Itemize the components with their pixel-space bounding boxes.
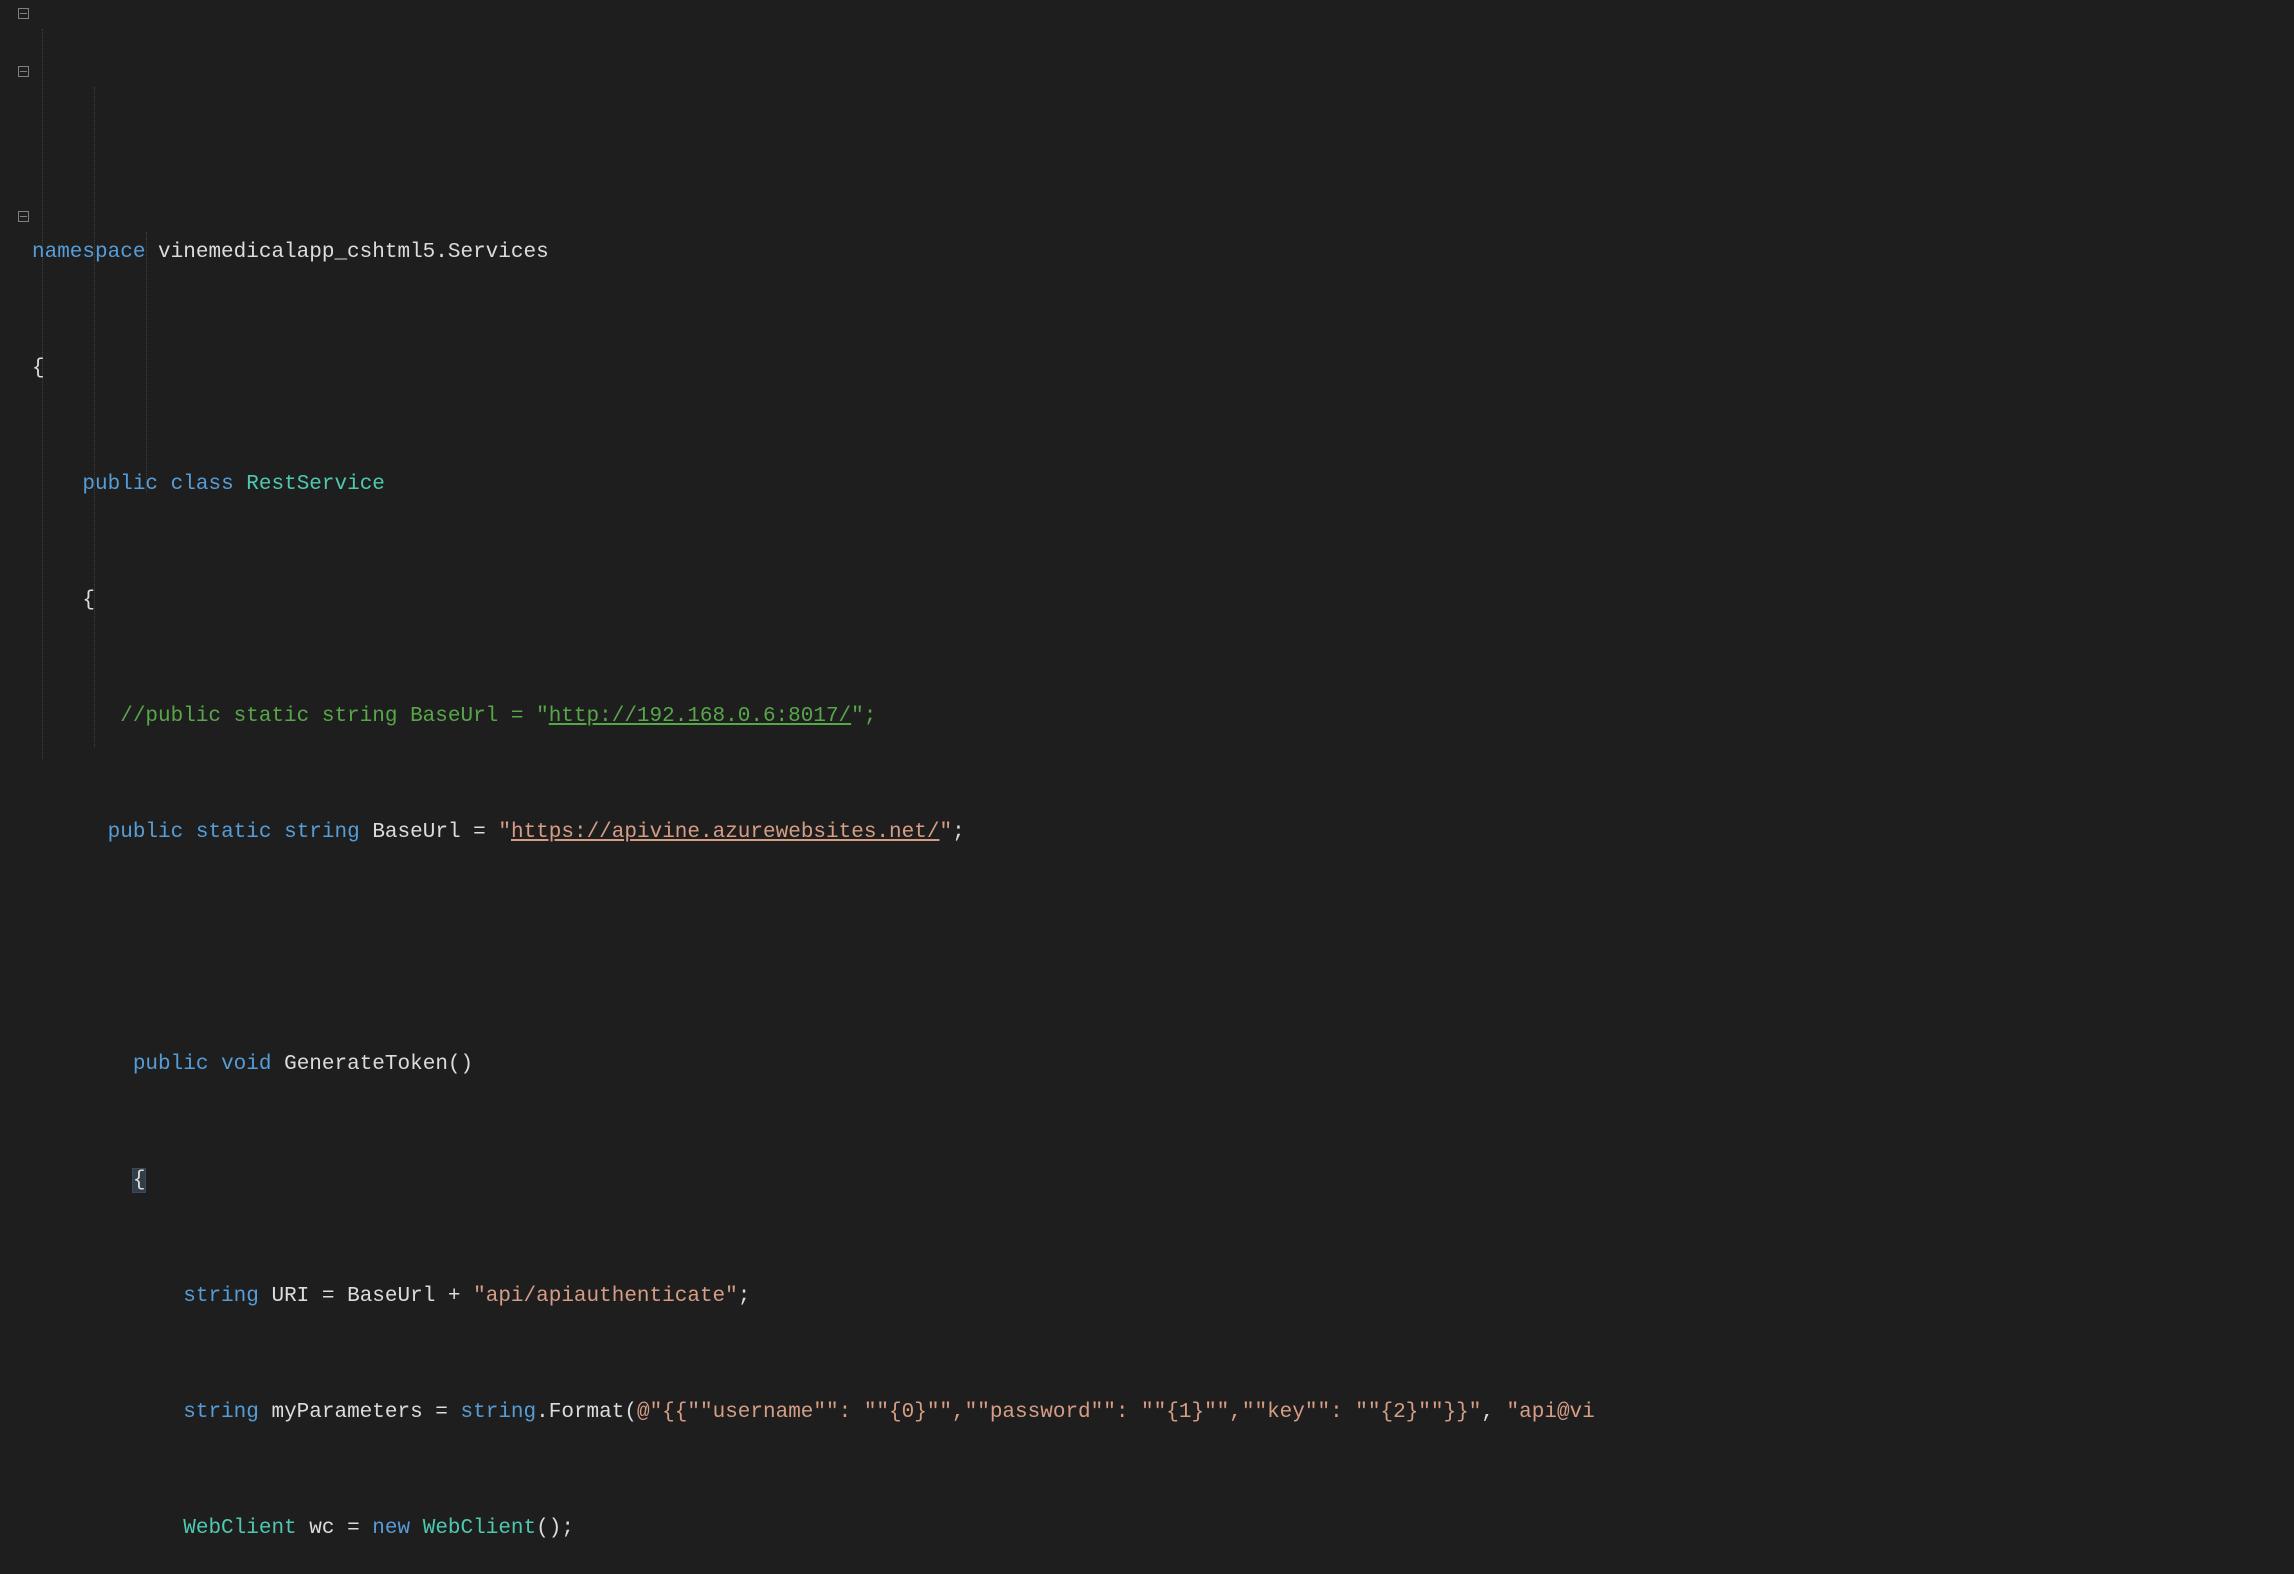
string-literal: "{{""username"": ""{0}"",""password"": "… <box>650 1401 1482 1424</box>
fold-toggle-icon[interactable] <box>18 66 29 77</box>
code-line[interactable]: public void GenerateToken() <box>32 1050 2294 1079</box>
comment: //public static string BaseUrl = "http:/… <box>120 705 876 728</box>
url-link[interactable]: https://apivine.azurewebsites.net/ <box>511 821 939 844</box>
code-line[interactable]: { <box>32 1166 2294 1195</box>
comment-url: http://192.168.0.6:8017/ <box>549 705 851 728</box>
code-editor[interactable]: namespace vinemedicalapp_cshtml5.Service… <box>0 0 2294 787</box>
method-call: .Format( <box>536 1401 637 1424</box>
semicolon: ; <box>952 821 965 844</box>
string-literal: "api/apiauthenticate" <box>473 1285 738 1308</box>
class-name: RestService <box>246 473 385 496</box>
code-line[interactable]: //public static string BaseUrl = "http:/… <box>32 702 2294 731</box>
keyword: public <box>133 1053 209 1076</box>
brace: { <box>82 589 95 612</box>
operator: = <box>334 1517 372 1540</box>
code-line[interactable]: public static string BaseUrl = "https://… <box>32 818 2294 847</box>
gutter <box>0 0 32 787</box>
fold-toggle-icon[interactable] <box>18 8 29 19</box>
code-text: = BaseUrl + <box>309 1285 473 1308</box>
type-name: WebClient <box>183 1517 296 1540</box>
indent-guide <box>42 29 43 759</box>
comment-text: "; <box>851 705 876 728</box>
brace-open-highlighted: { <box>133 1169 146 1192</box>
comment-text: //public static string BaseUrl = " <box>120 705 548 728</box>
keyword: string <box>183 1401 259 1424</box>
parens: () <box>448 1053 473 1076</box>
identifier: wc <box>309 1517 334 1540</box>
keyword: void <box>221 1053 271 1076</box>
operator: = <box>461 821 499 844</box>
code-line[interactable]: { <box>32 586 2294 615</box>
code-line[interactable]: namespace vinemedicalapp_cshtml5.Service… <box>32 238 2294 267</box>
identifier: BaseUrl <box>372 821 460 844</box>
space <box>410 1517 423 1540</box>
parens: (); <box>536 1517 574 1540</box>
keyword: new <box>372 1517 410 1540</box>
brace: { <box>32 357 45 380</box>
keyword: namespace <box>32 241 145 264</box>
keyword: static <box>196 821 272 844</box>
identifier: myParameters <box>271 1401 422 1424</box>
code-line[interactable]: WebClient wc = new WebClient(); <box>32 1514 2294 1543</box>
type-name: WebClient <box>423 1517 536 1540</box>
keyword: public <box>108 821 184 844</box>
code-area[interactable]: namespace vinemedicalapp_cshtml5.Service… <box>32 0 2294 787</box>
string-literal: " <box>939 821 952 844</box>
identifier: URI <box>271 1285 309 1308</box>
indent-guide <box>94 87 95 747</box>
keyword: class <box>171 473 234 496</box>
namespace-name: vinemedicalapp_cshtml5.Services <box>158 241 549 264</box>
semicolon: ; <box>738 1285 751 1308</box>
comma: , <box>1481 1401 1506 1424</box>
code-line[interactable]: string myParameters = string.Format(@"{{… <box>32 1398 2294 1427</box>
fold-toggle-icon[interactable] <box>18 211 29 222</box>
keyword: public <box>82 473 158 496</box>
keyword: string <box>183 1285 259 1308</box>
keyword: string <box>284 821 360 844</box>
code-line[interactable]: { <box>32 354 2294 383</box>
code-line[interactable]: public class RestService <box>32 470 2294 499</box>
keyword: string <box>461 1401 537 1424</box>
string-literal: " <box>498 821 511 844</box>
string-literal: "api@vi <box>1507 1401 1595 1424</box>
code-line[interactable] <box>32 934 2294 963</box>
verbatim-prefix: @ <box>637 1401 650 1424</box>
code-line[interactable]: string URI = BaseUrl + "api/apiauthentic… <box>32 1282 2294 1311</box>
operator: = <box>423 1401 461 1424</box>
method-name: GenerateToken <box>284 1053 448 1076</box>
